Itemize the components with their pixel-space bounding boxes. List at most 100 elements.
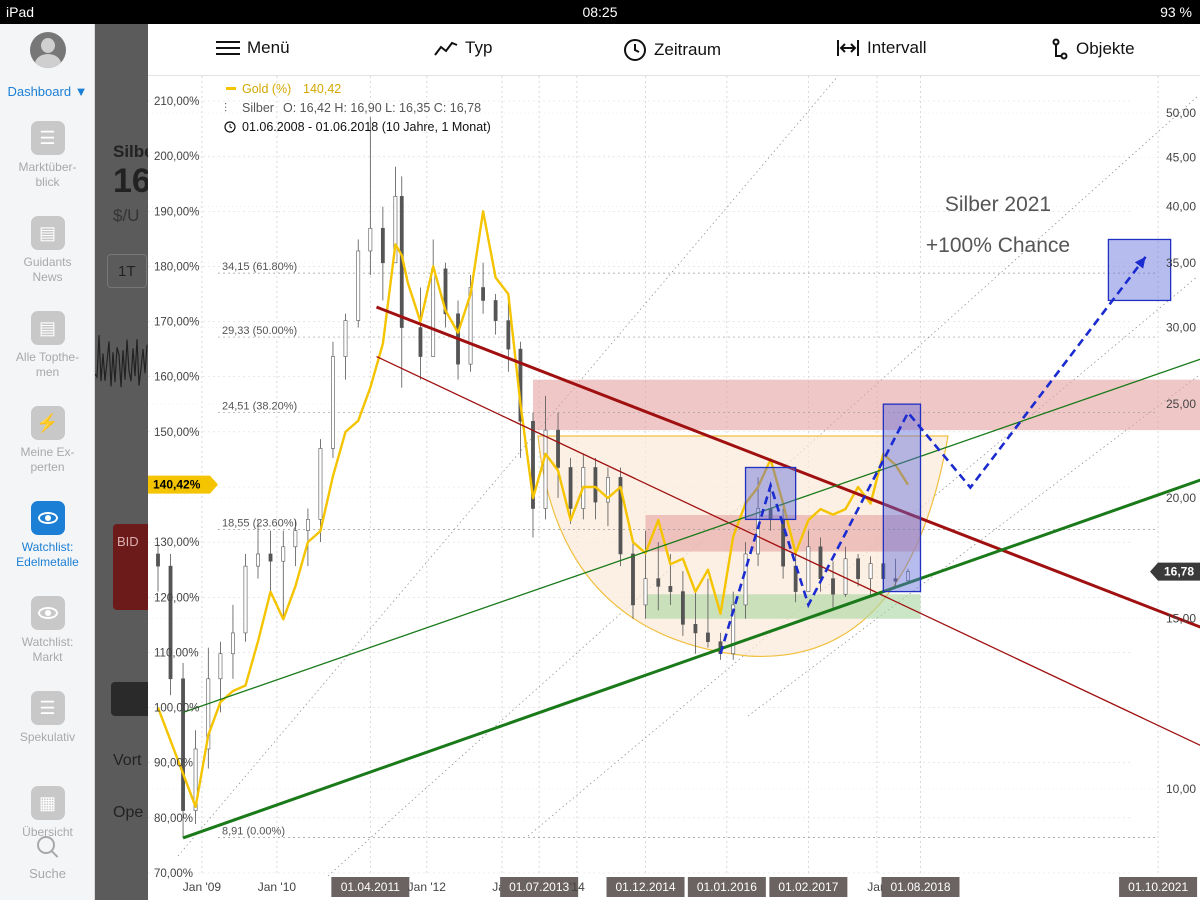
chart-area[interactable]: 34,15 (61.80%) 29,33 (50.00%) 24,51 (38.20… (148, 76, 1200, 900)
type-button[interactable]: Typ (434, 38, 492, 58)
candle-body (380, 227, 385, 264)
bg-price: 16 (113, 162, 148, 200)
right-axis-tick: 20,00 (1166, 491, 1196, 505)
candle-body (668, 586, 673, 592)
gold-legend-value: 140,42 (303, 82, 341, 96)
search-button[interactable]: Suche (0, 834, 95, 881)
right-axis-tick: 45,00 (1166, 150, 1196, 164)
resistance-zone (532, 379, 1200, 431)
support-zone (645, 594, 921, 619)
list-icon: ☰ (30, 691, 65, 725)
sidebar-item-3[interactable]: ⚡ Meine Ex-perten (0, 406, 95, 475)
sidebar-item-label: Alle Topthe- (15, 350, 80, 364)
sidebar-item-label: blick (35, 175, 60, 189)
left-axis-tick: 80,00% (154, 813, 193, 825)
lightning-icon: ⚡ (30, 406, 65, 440)
x-axis-tick: 01.02.2017 (778, 880, 838, 894)
candle-body (868, 563, 873, 579)
right-axis-tick: 30,00 (1166, 321, 1196, 335)
x-axis-tick: Jan '12 (408, 880, 447, 894)
search-icon (35, 834, 61, 860)
battery-level: 93 % (1160, 4, 1192, 20)
silver-current-label: 16,78 (1164, 565, 1194, 579)
silver-legend-label: Silber (242, 101, 274, 115)
left-axis-tick: 150,00% (154, 427, 199, 439)
list-icon: ☰ (30, 121, 65, 155)
candle-body (693, 624, 698, 634)
candle-body (568, 467, 573, 509)
objects-label: Objekte (1076, 39, 1135, 58)
candle-body (593, 467, 598, 503)
left-axis-tick: 200,00% (154, 151, 199, 163)
objects-button[interactable]: Objekte (1051, 38, 1135, 60)
candle-body (631, 553, 635, 606)
left-axis-tick: 70,00% (154, 868, 193, 880)
fib-label: 18,55 (23.60%) (222, 517, 297, 529)
avatar[interactable] (30, 32, 66, 68)
sidebar-item-4[interactable]: Watchlist: Edelmetalle (0, 501, 95, 570)
right-axis-tick: 25,00 (1166, 397, 1196, 411)
hamburger-icon (216, 41, 240, 55)
fib-label: 8,91 (0.00%) (222, 825, 285, 837)
candle-body (181, 678, 185, 811)
candle-body (168, 565, 173, 680)
box-2021 (1107, 238, 1172, 302)
newspaper-icon: ▤ (30, 311, 65, 345)
menu-button[interactable]: Menü (216, 38, 290, 58)
right-axis-tick: 35,00 (1166, 256, 1196, 270)
period-button[interactable]: Zeitraum (623, 38, 721, 62)
grid-icon: ▦ (30, 786, 65, 820)
bg-bid-label: BID (117, 534, 139, 549)
box-2018 (882, 403, 922, 593)
x-axis-tick: 01.01.2016 (697, 880, 757, 894)
x-axis-tick: 01.12.2014 (615, 880, 675, 894)
menu-label: Menü (247, 38, 290, 57)
x-axis-tick: Jan '09 (183, 880, 222, 894)
candle-body (268, 553, 273, 562)
sidebar-item-label: Markt (32, 650, 63, 664)
candle-body (843, 558, 848, 595)
sidebar-item-2[interactable]: ▤ Alle Topthe-men (0, 311, 95, 380)
fib-label: 24,51 (38.20%) (222, 400, 297, 412)
sidebar-item-label: Edelmetalle (16, 555, 79, 569)
x-axis-tick: 01.08.2018 (890, 880, 950, 894)
candle-body (706, 632, 710, 643)
candle-body (306, 519, 310, 531)
gold-legend-label: Gold (%) (242, 82, 291, 96)
price-chart[interactable]: 34,15 (61.80%) 29,33 (50.00%) 24,51 (38.20… (148, 76, 1200, 900)
x-axis-tick: 01.04.2011 (341, 880, 400, 894)
candle-body (856, 558, 860, 579)
sidebar-item-5[interactable]: Watchlist: Markt (0, 596, 95, 665)
bg-sparkline (95, 335, 148, 388)
candle-body (680, 591, 685, 625)
candle-body (368, 227, 373, 252)
candle-body (231, 632, 235, 655)
dashboard-dropdown[interactable]: Dashboard ▼ (0, 84, 95, 99)
candle-body (243, 565, 248, 634)
left-axis-tick: 130,00% (154, 537, 199, 549)
sidebar-item-1[interactable]: ▤ Guidants News (0, 216, 95, 285)
candle-body (356, 250, 361, 321)
candle-body (818, 546, 823, 579)
sidebar-item-0[interactable]: ☰ Marktüber-blick (0, 121, 95, 190)
objects-icon (1052, 38, 1068, 60)
interval-icon (837, 40, 859, 56)
fib-label: 34,15 (61.80%) (222, 261, 297, 273)
interval-button[interactable]: Intervall (836, 38, 927, 58)
left-axis-tick: 120,00% (154, 592, 199, 604)
candle-body (493, 300, 498, 321)
status-bar: iPad 08:25 93 % (0, 0, 1200, 24)
silver-legend-value: O: 16,42 H: 16,90 L: 16,35 C: 16,78 (283, 101, 481, 115)
bg-title: Silbe (113, 142, 148, 161)
sidebar-item-6[interactable]: ☰ Spekulativ (0, 691, 95, 745)
left-axis-tick: 170,00% (154, 317, 199, 329)
candle-body (481, 287, 485, 301)
bg-dark-button (111, 682, 148, 716)
chart-toolbar: Menü Typ Zeitraum Intervall Objekte (148, 24, 1200, 76)
sidebar-item-7[interactable]: ▦ Übersicht (0, 786, 95, 840)
right-axis-tick: 15,00 (1166, 612, 1196, 626)
box-2016 (744, 466, 797, 521)
left-axis-tick: 160,00% (154, 372, 199, 384)
sidebar-item-label: Marktüber- (18, 160, 77, 174)
candle-body (281, 546, 286, 562)
